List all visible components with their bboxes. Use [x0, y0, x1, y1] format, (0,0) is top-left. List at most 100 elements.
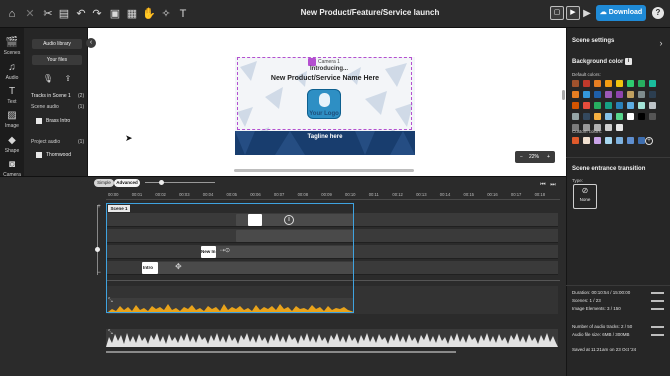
color-swatch[interactable]: [605, 124, 612, 131]
color-swatch[interactable]: [627, 102, 634, 109]
scene-1-selection[interactable]: [106, 203, 354, 313]
color-swatch[interactable]: [572, 80, 579, 87]
advanced-mode-toggle[interactable]: Advanced: [114, 179, 140, 187]
custom-color-swatch[interactable]: [638, 137, 645, 144]
redo-icon[interactable]: ↷: [90, 7, 104, 21]
color-swatch[interactable]: [583, 102, 590, 109]
ruler-tick-label: 00:01: [131, 192, 143, 197]
custom-color-swatch[interactable]: [583, 137, 590, 144]
color-swatch[interactable]: [594, 102, 601, 109]
your-files-button[interactable]: Your files: [32, 55, 82, 65]
play-all-icon[interactable]: ▶: [580, 7, 594, 21]
info-icon[interactable]: i: [625, 58, 632, 65]
thornwood-waveform: [106, 333, 558, 347]
color-swatch[interactable]: [627, 80, 634, 87]
camera-label: Camera 1: [318, 59, 340, 65]
color-swatch[interactable]: [638, 102, 645, 109]
color-swatch[interactable]: [605, 113, 612, 120]
tagline-text[interactable]: Tagline here: [235, 134, 415, 140]
color-swatch[interactable]: [572, 91, 579, 98]
transition-heading: Scene entrance transition: [572, 166, 646, 172]
custom-color-swatch[interactable]: [605, 137, 612, 144]
custom-color-swatch[interactable]: [616, 137, 623, 144]
audio-track-thornwood[interactable]: Thornwood: [36, 151, 84, 160]
minus-icon[interactable]: −: [92, 266, 106, 280]
help-icon[interactable]: ?: [652, 7, 664, 19]
clipboard-icon[interactable]: ▤: [57, 7, 71, 21]
color-swatch[interactable]: [638, 91, 645, 98]
microphone-icon[interactable]: 🎙: [41, 72, 55, 86]
play-scene-icon[interactable]: ▶: [566, 6, 580, 20]
undo-icon[interactable]: ↶: [74, 7, 88, 21]
color-swatch[interactable]: [594, 91, 601, 98]
ruler-tick-label: 00:09: [321, 192, 332, 197]
zoom-value: 22%: [529, 154, 540, 160]
rail-item-shape[interactable]: ◆ Shape: [0, 135, 24, 154]
zoom-in-button[interactable]: +: [547, 151, 550, 163]
color-swatch[interactable]: [616, 102, 623, 109]
rail-item-image[interactable]: ▨ Image: [0, 110, 24, 129]
simple-mode-toggle[interactable]: Simple: [94, 179, 114, 187]
rail-item-scenes[interactable]: 🎬 Scenes: [0, 37, 24, 56]
rail-item-text[interactable]: T Text: [0, 86, 24, 105]
color-swatch[interactable]: [616, 124, 623, 131]
color-swatch[interactable]: [583, 91, 590, 98]
rail-label: Audio: [5, 75, 19, 81]
color-swatch[interactable]: [627, 91, 634, 98]
intro-text[interactable]: Introducing...: [310, 66, 348, 72]
download-button[interactable]: ☁ Download: [596, 5, 646, 21]
color-swatch[interactable]: [649, 91, 656, 98]
scenes-stat: Scenes: 1 / 23: [572, 298, 601, 303]
color-swatch[interactable]: [594, 80, 601, 87]
timeline-horizontal-scrollbar[interactable]: [106, 351, 456, 353]
color-swatch[interactable]: [583, 113, 590, 120]
upload-icon[interactable]: ⇪: [61, 72, 75, 86]
chevron-right-icon[interactable]: ›: [654, 36, 668, 50]
grid-icon[interactable]: ▦: [125, 7, 139, 21]
zoom-out-button[interactable]: −: [520, 151, 523, 163]
color-swatch[interactable]: [605, 91, 612, 98]
rail-item-audio[interactable]: ♫ Audio: [0, 62, 24, 81]
color-swatch[interactable]: [572, 113, 579, 120]
color-swatch[interactable]: [616, 80, 623, 87]
canvas-horizontal-scrollbar[interactable]: [234, 169, 414, 172]
headline-text[interactable]: New Product/Service Name Here: [235, 75, 415, 82]
magic-icon[interactable]: ✧: [159, 7, 173, 21]
audio-track-brass-intro[interactable]: Brass Intro: [36, 117, 84, 126]
home-icon[interactable]: ⌂: [5, 7, 19, 21]
color-swatch[interactable]: [605, 102, 612, 109]
color-swatch[interactable]: [594, 113, 601, 120]
plus-icon[interactable]: +: [92, 200, 106, 214]
track-zoom-slider[interactable]: [97, 205, 98, 275]
transition-none-option[interactable]: ⊘ None: [573, 184, 597, 209]
color-swatch[interactable]: [638, 113, 645, 120]
add-color-icon[interactable]: +: [645, 137, 653, 145]
media-library-icon[interactable]: ▣: [108, 7, 122, 21]
audio-icon: ♫: [8, 62, 16, 73]
cut-icon[interactable]: ✂: [41, 7, 55, 21]
collapse-panel-button[interactable]: ‹: [86, 38, 96, 48]
color-swatch[interactable]: [605, 80, 612, 87]
color-swatch[interactable]: [649, 80, 656, 87]
color-swatch[interactable]: [583, 80, 590, 87]
color-swatch[interactable]: [572, 102, 579, 109]
custom-color-swatch[interactable]: [627, 137, 634, 144]
track-zoom-handle[interactable]: [95, 247, 100, 252]
custom-color-swatch[interactable]: [594, 137, 601, 144]
color-swatch[interactable]: [638, 80, 645, 87]
color-swatch[interactable]: [627, 113, 634, 120]
custom-color-swatch[interactable]: [572, 137, 579, 144]
color-swatch[interactable]: [649, 113, 656, 120]
color-swatch[interactable]: [616, 91, 623, 98]
hand-icon[interactable]: ✋: [142, 7, 156, 21]
skip-end-icon[interactable]: ⏭: [546, 178, 560, 192]
color-swatch[interactable]: [649, 102, 656, 109]
color-swatch[interactable]: [616, 113, 623, 120]
text-tool-icon[interactable]: T: [176, 7, 190, 21]
audio-library-button[interactable]: Audio library: [32, 39, 82, 49]
zoom-slider-handle[interactable]: [159, 180, 164, 185]
preview-frame-icon[interactable]: ▢: [550, 6, 564, 20]
zoom-slider-track[interactable]: [145, 182, 215, 183]
canvas-vertical-scrollbar[interactable]: [562, 90, 565, 100]
close-icon[interactable]: ✕: [23, 7, 37, 21]
